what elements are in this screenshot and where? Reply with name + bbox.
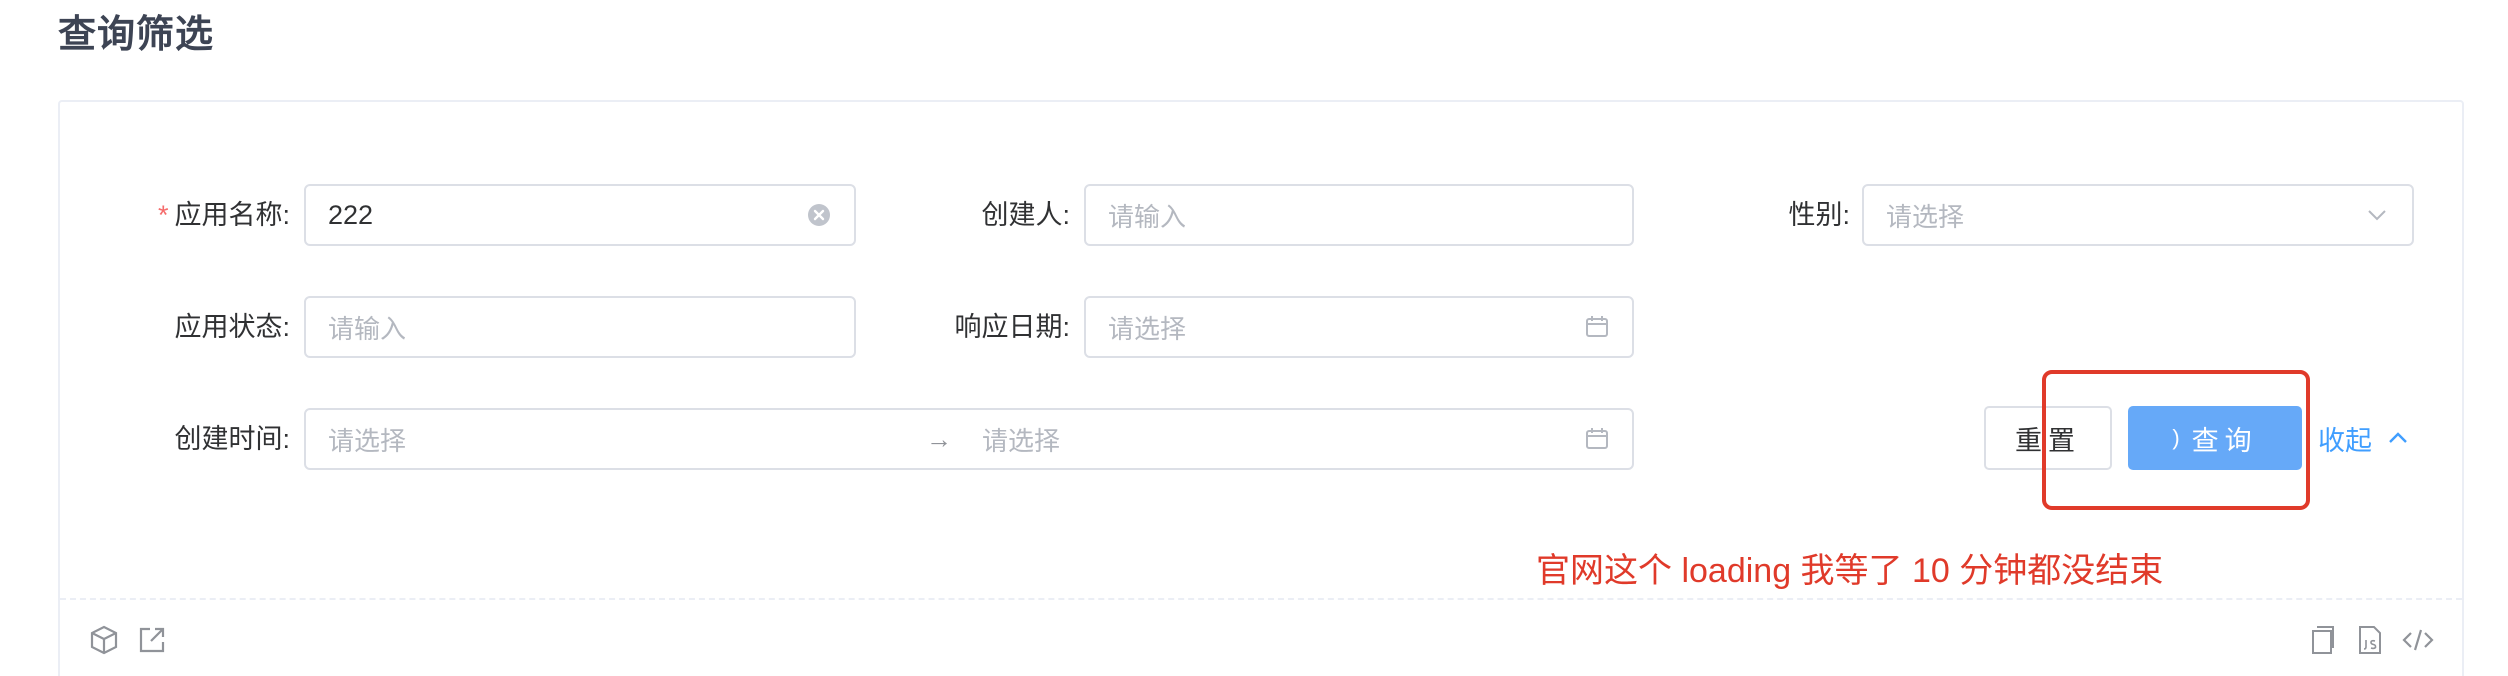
app-status-label: 应用状态: xyxy=(174,312,290,342)
js-file-icon[interactable] xyxy=(2352,622,2388,658)
app-name-label: * 应用名称: xyxy=(157,200,290,230)
app-status-placeholder: 请输入 xyxy=(328,313,407,344)
response-date-placeholder: 请选择 xyxy=(1108,313,1187,344)
cube-icon[interactable] xyxy=(86,622,122,658)
gender-select[interactable]: 请选择 xyxy=(1862,184,2414,246)
required-mark: * xyxy=(157,200,169,230)
calendar-icon xyxy=(1582,312,1612,342)
gender-placeholder: 请选择 xyxy=(1886,201,1965,232)
footer-divider xyxy=(60,598,2462,600)
create-time-range-picker[interactable]: 请选择 → 请选择 xyxy=(304,408,1634,470)
collapse-link[interactable]: 收起 xyxy=(2318,406,2410,470)
chevron-up-icon xyxy=(2389,432,2407,443)
copy-icon[interactable] xyxy=(2304,622,2340,658)
open-external-icon[interactable] xyxy=(134,622,170,658)
create-time-label: 创建时间: xyxy=(174,424,290,454)
range-end-placeholder: 请选择 xyxy=(982,425,1061,456)
app-name-value: 222 xyxy=(328,199,374,230)
calendar-icon xyxy=(1582,424,1612,454)
response-date-label: 响应日期: xyxy=(954,312,1070,342)
creator-placeholder: 请输入 xyxy=(1108,201,1187,232)
gender-label: 性别: xyxy=(1788,200,1850,230)
chevron-down-icon xyxy=(2362,200,2392,230)
app-name-input[interactable]: 222 xyxy=(304,184,856,246)
page-title: 查询筛选 xyxy=(58,14,215,56)
creator-label: 创建人: xyxy=(981,200,1070,230)
range-separator-arrow: → xyxy=(926,423,952,454)
annotation-text: 官网这个 loading 我等了 10 分钟都没结束 xyxy=(1536,552,2164,590)
creator-input[interactable]: 请输入 xyxy=(1084,184,1634,246)
app-status-input[interactable]: 请输入 xyxy=(304,296,856,358)
response-date-picker[interactable]: 请选择 xyxy=(1084,296,1634,358)
range-start-placeholder: 请选择 xyxy=(328,425,407,456)
code-icon[interactable] xyxy=(2400,622,2436,658)
annotation-highlight-box xyxy=(2042,370,2310,510)
clear-icon[interactable] xyxy=(804,200,834,230)
